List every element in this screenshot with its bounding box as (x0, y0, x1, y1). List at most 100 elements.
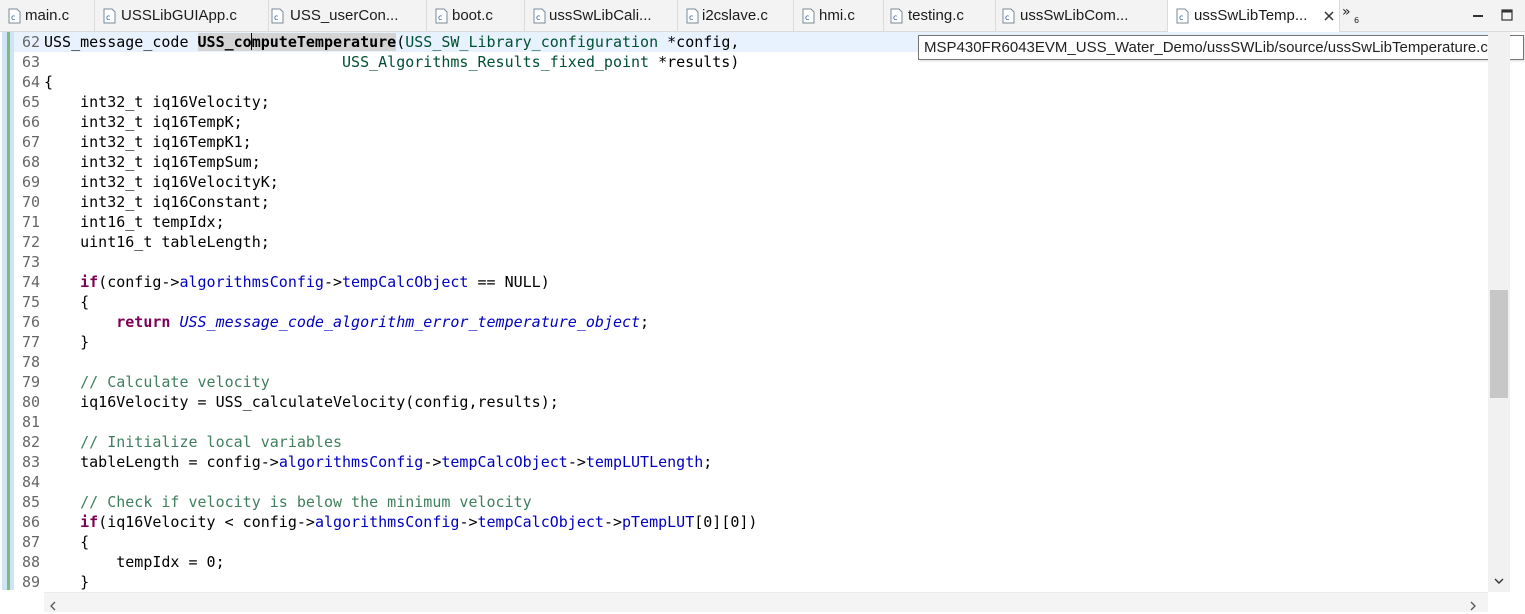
code-line[interactable]: 74 if(config->algorithmsConfig->tempCalc… (14, 272, 1488, 292)
code-token: ; (703, 453, 713, 471)
code-line[interactable]: 70 int32_t iq16Constant; (14, 192, 1488, 212)
code-line[interactable]: 72 uint16_t tableLength; (14, 232, 1488, 252)
minimize-icon[interactable] (1471, 7, 1485, 21)
code-line[interactable]: 88 tempIdx = 0; (14, 552, 1488, 572)
tab-boot-c[interactable]: c boot.c (427, 0, 525, 32)
code-line[interactable]: 65 int32_t iq16Velocity; (14, 92, 1488, 112)
code-token: *results) (649, 53, 740, 71)
c-file-icon: c (8, 8, 21, 24)
code-token: int16_t tempIdx; (44, 213, 225, 231)
comment-token: // Calculate velocity (80, 373, 270, 391)
tab-ussswlibcali[interactable]: c ussSwLibCali... (525, 0, 678, 32)
code-editor[interactable]: 62 USS_message_code USS_computeTemperatur… (0, 32, 1525, 594)
code-line[interactable]: 67 int32_t iq16TempK1; (14, 132, 1488, 152)
code-line[interactable]: 80 iq16Velocity = USS_calculateVelocity(… (14, 392, 1488, 412)
tab-testing-c[interactable]: c testing.c (884, 0, 996, 32)
code-text: int32_t iq16TempSum; (44, 152, 261, 172)
svg-text:c: c (689, 13, 693, 22)
svg-text:c: c (1179, 13, 1183, 22)
code-text: iq16Velocity = USS_calculateVelocity(con… (44, 392, 559, 412)
code-text: // Check if velocity is below the minimu… (44, 492, 532, 512)
svg-text:c: c (893, 13, 897, 22)
code-line[interactable]: 87 { (14, 532, 1488, 552)
c-file-icon: c (435, 8, 448, 24)
code-text: { (44, 532, 89, 552)
line-number: 82 (22, 433, 41, 451)
code-token: tableLength = config-> (44, 453, 279, 471)
tab-ussswlibcom[interactable]: c ussSwLibCom... (996, 0, 1168, 32)
code-line[interactable]: 75 { (14, 292, 1488, 312)
vertical-scrollbar[interactable] (1488, 32, 1510, 592)
line-number: 77 (22, 333, 41, 351)
code-line[interactable]: 69 int32_t iq16VelocityK; (14, 172, 1488, 192)
chevron-left-icon[interactable] (48, 597, 58, 611)
code-token: -> (603, 513, 622, 531)
code-line[interactable]: 77 } (14, 332, 1488, 352)
code-line[interactable]: 89 } (14, 572, 1488, 592)
keyword-token: if (80, 273, 99, 291)
tab-label: ussSwLibCom... (1020, 7, 1129, 24)
chevron-right-icon[interactable] (1468, 597, 1478, 611)
svg-text:c: c (1005, 13, 1009, 22)
maximize-icon[interactable] (1500, 7, 1514, 21)
code-token: } (44, 333, 90, 351)
code-line[interactable]: 73 (14, 252, 1488, 272)
scrollbar-thumb[interactable] (1490, 290, 1508, 398)
keyword-token: return (116, 313, 171, 331)
code-token: int32_t iq16TempK; (44, 113, 243, 131)
tab-i2cslave-c[interactable]: c i2cslave.c (678, 0, 794, 32)
code-line[interactable]: 76 return USS_message_code_algorithm_err… (14, 312, 1488, 332)
tab-label: i2cslave.c (702, 7, 768, 24)
chevron-down-icon[interactable] (1493, 572, 1505, 584)
c-file-icon: c (890, 8, 903, 24)
comment-token: // Check if velocity is below the minimu… (80, 493, 532, 511)
close-icon[interactable] (1322, 9, 1336, 23)
line-number: 72 (22, 233, 41, 251)
code-line[interactable]: 83 tableLength = config->algorithmsConfi… (14, 452, 1488, 472)
code-line[interactable]: 78 (14, 352, 1488, 372)
code-line[interactable]: 85 // Check if velocity is below the min… (14, 492, 1488, 512)
c-file-icon: c (802, 8, 815, 24)
line-number: 79 (22, 373, 41, 391)
code-line[interactable]: 82 // Initialize local variables (14, 432, 1488, 452)
line-number: 87 (22, 533, 41, 551)
horizontal-scrollbar[interactable] (44, 592, 1488, 612)
line-number: 64 (22, 73, 41, 91)
code-line[interactable]: 79 // Calculate velocity (14, 372, 1488, 392)
code-line[interactable]: 66 int32_t iq16TempK; (14, 112, 1488, 132)
svg-text:c: c (438, 13, 442, 22)
code-token: uint16_t tableLength; (44, 233, 270, 251)
code-token: int32_t iq16Velocity; (44, 93, 270, 111)
line-number: 84 (22, 473, 41, 491)
tab-label: ussSwLibCali... (549, 7, 652, 24)
code-text: int32_t iq16VelocityK; (44, 172, 279, 192)
code-text: { (44, 72, 53, 92)
code-line[interactable]: 81 (14, 412, 1488, 432)
tab-uss-usercon[interactable]: c USS_userCon... (269, 0, 427, 32)
line-number: 89 (22, 573, 41, 591)
code-token: } (44, 573, 90, 591)
tab-hmi-c[interactable]: c hmi.c (794, 0, 884, 32)
scrollbar-track[interactable] (64, 598, 1464, 608)
code-line[interactable]: 68 int32_t iq16TempSum; (14, 152, 1488, 172)
field-token: algorithmsConfig (179, 273, 324, 291)
tab-main-c[interactable]: c main.c (0, 0, 95, 32)
code-line[interactable]: 64{ (14, 72, 1488, 92)
code-line[interactable]: 84 (14, 472, 1488, 492)
code-text: int32_t iq16Velocity; (44, 92, 270, 112)
code-token: int32_t iq16TempSum; (44, 153, 261, 171)
code-line[interactable]: 86 if(iq16Velocity < config->algorithmsC… (14, 512, 1488, 532)
tab-overflow-button[interactable]: » 6 (1342, 5, 1366, 27)
tab-usslibguiapp-c[interactable]: c USSLibGUIApp.c (95, 0, 269, 32)
type-token: USS_Algorithms_Results_fixed_point (342, 53, 650, 71)
code-token: [0][0]) (694, 513, 758, 531)
tab-label: main.c (25, 7, 70, 24)
tab-ussswlibtemp-active[interactable]: c ussSwLibTemp... (1168, 0, 1340, 33)
code-text: USS_Algorithms_Results_fixed_point *resu… (44, 52, 739, 72)
code-text: uint16_t tableLength; (44, 232, 270, 252)
code-line[interactable]: 71 int16_t tempIdx; (14, 212, 1488, 232)
field-token: tempCalcObject (441, 453, 568, 471)
